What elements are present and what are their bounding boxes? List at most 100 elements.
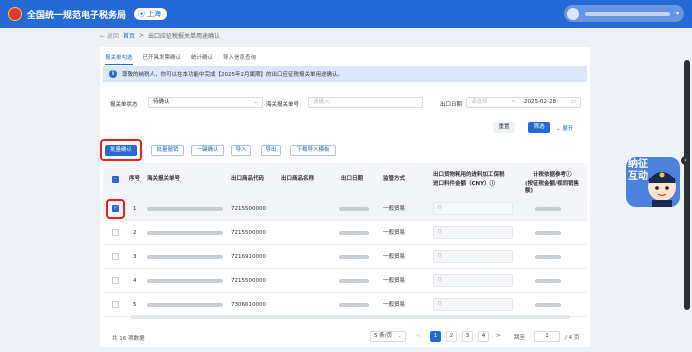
declno-redacted xyxy=(147,231,223,235)
col-code: 出口商品代码 xyxy=(231,176,265,182)
highlight-box xyxy=(100,139,142,161)
one-click-confirm-button[interactable]: 一键确认 xyxy=(191,145,224,156)
date-redacted xyxy=(339,207,369,211)
notice-bar: i 尊敬的纳税人，你可以在本功能中完成【2025年2月属期】的出口应征税报关单用… xyxy=(103,66,587,82)
row-code: 7215500000 xyxy=(231,230,266,236)
avatar xyxy=(567,7,579,20)
expand-filters-toggle[interactable]: ⌄ 展开 xyxy=(556,124,573,132)
import-button[interactable]: 导入 xyxy=(231,145,251,156)
status-select[interactable]: 待确认 ⌄ xyxy=(148,97,263,108)
export-button[interactable]: 导出 xyxy=(261,145,281,156)
amount-value: 0 xyxy=(438,301,442,307)
amount-input[interactable]: 0 xyxy=(433,274,513,287)
amount-input[interactable]: 0 xyxy=(433,298,513,311)
region-selector[interactable]: ⦿ 上海 xyxy=(134,8,168,20)
chevron-down-icon: ⌄ xyxy=(556,126,561,132)
table-row[interactable]: ✓ 1 7215500000 一般贸易 0 xyxy=(103,197,587,221)
jump-page-input[interactable]: 1 xyxy=(534,331,560,342)
status-filter-label: 报关单状态 xyxy=(110,102,138,108)
date-redacted xyxy=(339,255,369,259)
expand-label: 展开 xyxy=(562,126,574,132)
mascot-label: 纳征互动 xyxy=(628,159,648,182)
back-link[interactable]: ← 返回 xyxy=(100,31,119,40)
col-trade: 监管方式 xyxy=(383,176,406,182)
highlight-box xyxy=(106,199,125,219)
row-trade: 一般贸易 xyxy=(383,206,406,212)
assistant-mascot[interactable]: 纳征互动 xyxy=(622,153,684,211)
breadcrumb-home[interactable]: 首页 xyxy=(123,31,135,40)
row-checkbox[interactable] xyxy=(112,253,119,260)
search-button[interactable]: 筛选 xyxy=(528,122,550,133)
table-row[interactable]: 2 7215500000 一般贸易 0 xyxy=(103,221,587,245)
date-start-placeholder: 请选择 xyxy=(471,99,488,105)
next-page-button[interactable]: > xyxy=(496,333,501,339)
total-count: 共 16 项数据 xyxy=(112,336,145,342)
pagination: 共 16 项数据 5 条/页 ⌄ < 1 2 3 4 > 跳至 1 / 4 页 xyxy=(100,330,590,344)
row-seq: 2 xyxy=(133,230,137,236)
horizontal-scrollbar[interactable] xyxy=(130,315,570,319)
col-amount-line1: 出口货物耗用的进料加工保税 xyxy=(433,172,505,178)
select-all-checkbox[interactable]: – xyxy=(112,176,119,183)
top-bar: 全国统一规范电子税务局 ⦿ 上海 ▾ xyxy=(0,0,692,28)
calc-redacted xyxy=(535,207,561,211)
table-row[interactable]: 5 7306610000 一般贸易 0 xyxy=(103,293,587,317)
amount-input[interactable]: 0 xyxy=(433,226,513,239)
tab-declaration-select[interactable]: 报关单勾选 xyxy=(105,53,133,65)
date-range-separator: ~ xyxy=(511,99,516,105)
app-title: 全国统一规范电子税务局 xyxy=(27,10,127,21)
reset-button[interactable]: 重置 xyxy=(493,122,515,133)
row-trade: 一般贸易 xyxy=(383,302,406,308)
row-checkbox[interactable] xyxy=(112,301,119,308)
row-seq: 3 xyxy=(133,254,137,260)
declno-input[interactable]: 请输入 xyxy=(308,97,423,108)
declno-redacted xyxy=(147,279,223,283)
batch-revoke-button[interactable]: 批量撤销 xyxy=(151,145,184,156)
date-end-value: 2025-02-28 xyxy=(524,99,556,105)
date-redacted xyxy=(339,303,369,307)
location-pin-icon: ⦿ xyxy=(138,10,146,18)
row-code: 7215500000 xyxy=(231,278,266,284)
declno-redacted xyxy=(147,303,223,307)
row-seq: 5 xyxy=(133,302,137,308)
user-menu[interactable]: ▾ xyxy=(564,5,684,22)
page-size-select[interactable]: 5 条/页 ⌄ xyxy=(370,331,406,342)
declno-placeholder: 请输入 xyxy=(313,99,330,105)
tax-emblem-icon xyxy=(8,7,22,21)
tab-import-query[interactable]: 导入信息查询 xyxy=(223,53,256,65)
calc-redacted xyxy=(535,231,561,235)
date-range-picker[interactable]: 请选择 ~ 2025-02-28 ▭ xyxy=(466,97,581,108)
date-filter-label: 出口日期 xyxy=(440,102,463,108)
calc-redacted xyxy=(535,255,561,259)
amount-value: 0 xyxy=(438,205,442,211)
page-4-button[interactable]: 4 xyxy=(478,331,489,342)
tab-statistics-confirm[interactable]: 统计确认 xyxy=(191,53,213,65)
prev-page-button[interactable]: < xyxy=(416,333,421,339)
page-3-button[interactable]: 3 xyxy=(462,331,473,342)
region-label: 上海 xyxy=(147,10,162,18)
chevron-down-icon: ▾ xyxy=(675,10,679,17)
declno-redacted xyxy=(147,207,223,211)
vertical-scrollbar[interactable] xyxy=(684,60,690,310)
download-template-button[interactable]: 下载导入模板 xyxy=(290,145,336,156)
amount-input[interactable]: 0 xyxy=(433,202,513,215)
status-select-value: 待确认 xyxy=(153,99,170,105)
row-trade: 一般贸易 xyxy=(383,278,406,284)
page-2-button[interactable]: 2 xyxy=(446,331,457,342)
declno-redacted xyxy=(147,255,223,259)
tab-bar: 报关单勾选 已开具发票确认 统计确认 导入信息查询 xyxy=(105,53,256,65)
row-checkbox[interactable] xyxy=(112,229,119,236)
user-name-redacted xyxy=(585,11,670,16)
date-redacted xyxy=(339,279,369,283)
table-row[interactable]: 4 7215500000 一般贸易 0 xyxy=(103,269,587,293)
row-trade: 一般贸易 xyxy=(383,230,406,236)
page-1-button[interactable]: 1 xyxy=(430,331,441,342)
row-checkbox[interactable] xyxy=(112,277,119,284)
row-code: 7306610000 xyxy=(231,302,266,308)
amount-input[interactable]: 0 xyxy=(433,250,513,263)
col-seq: 序号 xyxy=(129,176,141,182)
tab-invoice-confirm[interactable]: 已开具发票确认 xyxy=(143,53,182,65)
col-declno: 海关报关单号 xyxy=(147,176,181,182)
declno-filter-label: 海关报关单号 xyxy=(266,102,300,108)
table-row[interactable]: 3 7216910000 一般贸易 0 xyxy=(103,245,587,269)
col-amount-line2: 进口料件金额（CNY）ⓘ xyxy=(433,181,496,187)
